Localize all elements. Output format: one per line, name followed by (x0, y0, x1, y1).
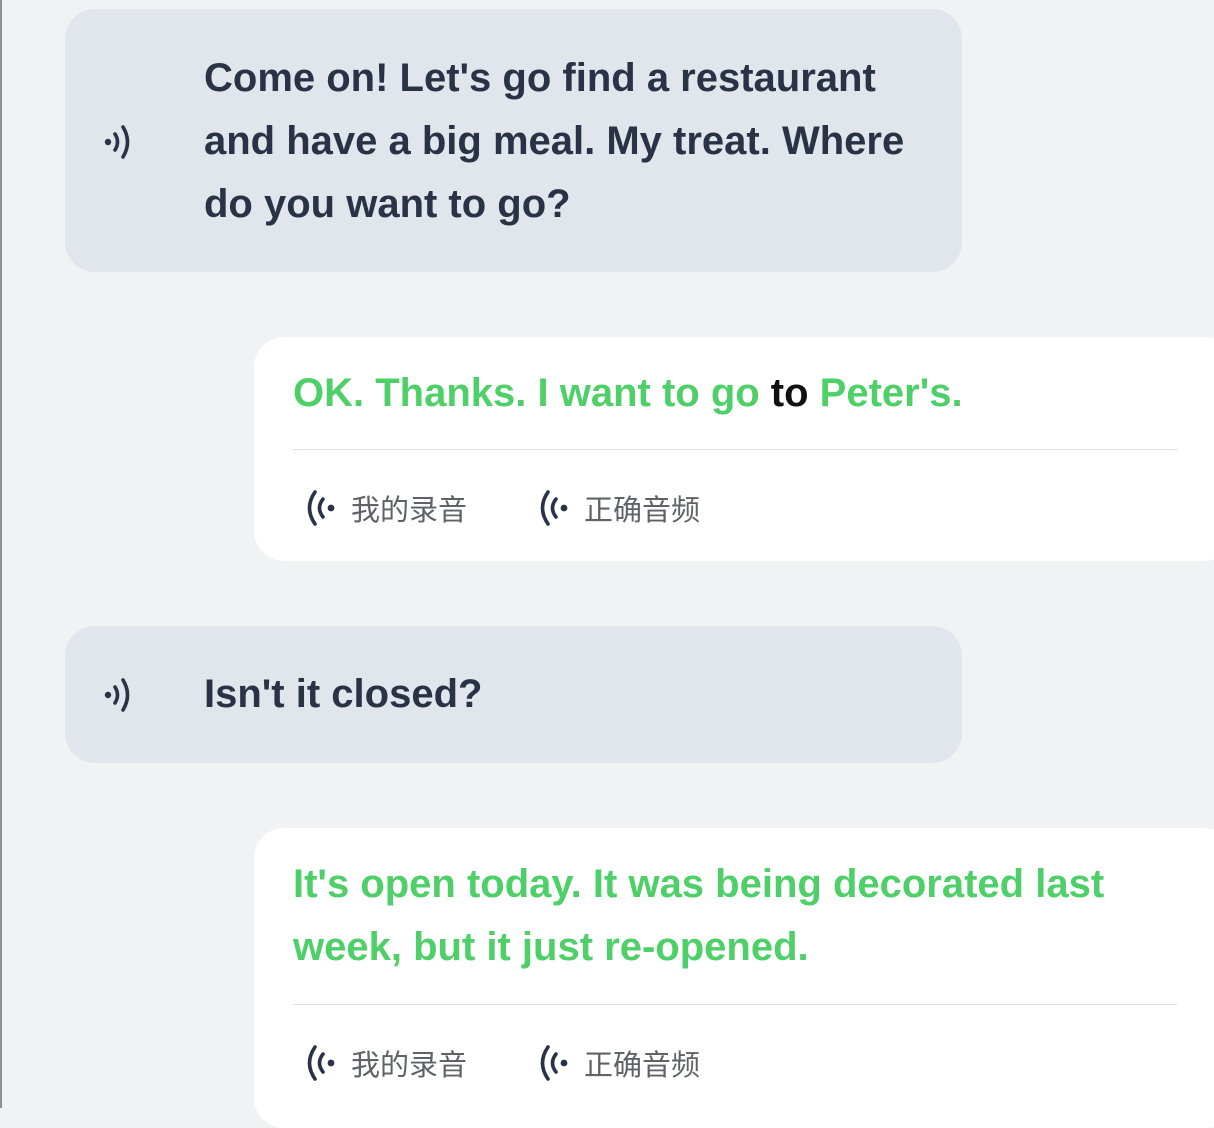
correct-audio-button[interactable]: 正确音频 (534, 1038, 700, 1088)
partner-message-text: Isn't it closed? (204, 672, 483, 716)
window-left-border (0, 0, 2, 1108)
my-recording-button[interactable]: 我的录音 (301, 1038, 467, 1088)
incorrect-word-segment: to (770, 371, 809, 415)
sound-wave-icon (540, 490, 568, 526)
partner-message-bubble: Come on! Let's go find a restaurant and … (65, 9, 962, 272)
user-message-bubble: OK. Thanks. I want to go to Peter's. 我的录… (254, 337, 1214, 561)
user-message-text: It's open today. It was being decorated … (293, 862, 1105, 969)
sound-wave-icon (307, 1045, 335, 1081)
correct-audio-label: 正确音频 (584, 1048, 701, 1082)
correct-audio-label: 正确音频 (584, 493, 701, 527)
correct-word-segment: Peter's. (808, 371, 963, 415)
divider (293, 449, 1177, 450)
divider (293, 1004, 1177, 1005)
user-message-bubble: It's open today. It was being decorated … (254, 828, 1214, 1128)
my-recording-label: 我的录音 (351, 1048, 468, 1082)
user-message-text: OK. Thanks. I want to go to Peter's. (293, 362, 1173, 425)
sound-wave-icon (307, 490, 335, 526)
correct-word-segment: OK. Thanks. I want to go (293, 371, 771, 415)
partner-message-bubble: Isn't it closed? (65, 626, 962, 763)
correct-audio-button[interactable]: 正确音频 (534, 483, 700, 533)
my-recording-button[interactable]: 我的录音 (301, 483, 467, 533)
partner-message-text: Come on! Let's go find a restaurant and … (204, 56, 905, 226)
speaker-wave-icon[interactable] (101, 673, 143, 717)
sound-wave-icon (540, 1045, 568, 1081)
my-recording-label: 我的录音 (351, 493, 468, 527)
speaker-wave-icon[interactable] (101, 120, 143, 164)
